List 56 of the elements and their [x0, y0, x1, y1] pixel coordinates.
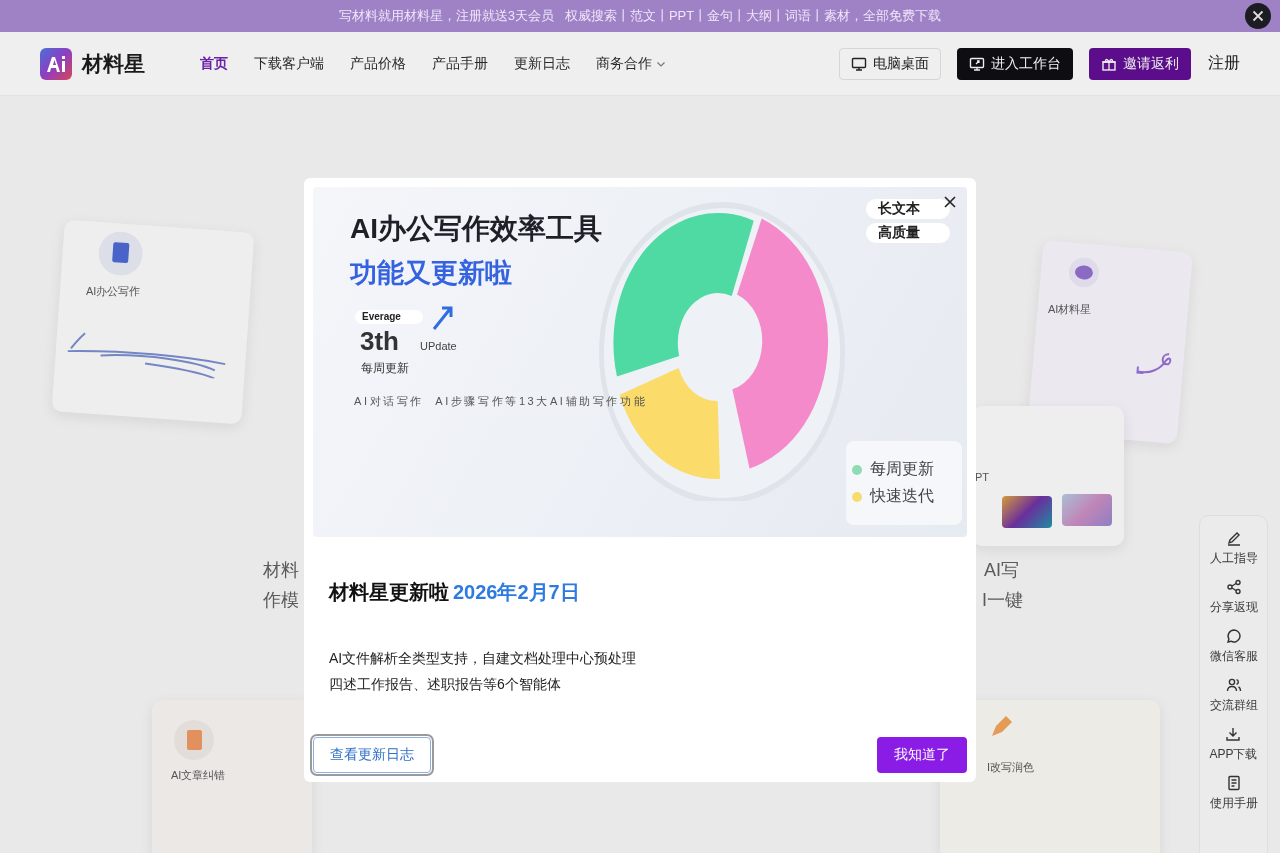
- toolbar-item[interactable]: 交流群组: [1209, 677, 1258, 714]
- toolbar-item[interactable]: APP下载: [1209, 726, 1258, 763]
- nav-button[interactable]: 邀请返利: [1089, 47, 1191, 80]
- toolbar-item-icon: [1225, 628, 1242, 644]
- toolbar-item-icon: [1225, 530, 1242, 546]
- toolbar-item-icon: [1225, 775, 1242, 791]
- close-icon[interactable]: [944, 196, 956, 208]
- banner-number: 3th: [360, 328, 399, 354]
- toolbar-item-icon: [1225, 579, 1242, 595]
- toolbar-item[interactable]: 分享返现: [1209, 579, 1258, 616]
- dialog-button[interactable]: 查看更新日志: [313, 737, 431, 773]
- toolbar-item-icon: [1225, 677, 1242, 693]
- toolbar-item[interactable]: 使用手册: [1209, 775, 1258, 812]
- thumbnail-image: [1002, 496, 1052, 528]
- card-title: AI办公写作: [86, 284, 141, 299]
- banner-caption: 每周更新: [361, 362, 409, 374]
- toolbar-item[interactable]: 微信客服: [1209, 628, 1258, 665]
- banner-subheadline: 功能又更新啦: [350, 260, 512, 287]
- nav-button[interactable]: 进入工作台: [957, 47, 1073, 80]
- dialog-button[interactable]: 我知道了: [877, 737, 967, 773]
- nav-link[interactable]: 首页: [187, 54, 241, 73]
- logo-text: 材料星: [82, 50, 145, 77]
- nav-link[interactable]: 下载客户端: [241, 54, 337, 73]
- nav-button[interactable]: 电脑桌面: [839, 47, 941, 80]
- nav-link[interactable]: 商务合作: [583, 54, 679, 73]
- card-title: AI文章纠错: [171, 768, 226, 783]
- toolbar-item-icon: [1225, 726, 1242, 742]
- thumbnail-image: [1062, 494, 1112, 526]
- hero-text: I一键: [982, 591, 1023, 609]
- screen-share-icon: [969, 55, 985, 72]
- banner-tag: 高质量: [866, 223, 950, 243]
- legend-text: 快速迭代: [870, 486, 934, 506]
- card-title: I改写润色: [987, 760, 1035, 775]
- banner-headline: AI办公写作效率工具: [350, 215, 602, 243]
- banner-caption: UPdate: [420, 341, 457, 352]
- chat-bubble-icon: [1067, 256, 1101, 289]
- update-note: 四述工作报告、述职报告等6个智能体: [329, 676, 562, 694]
- monitor-icon: [851, 55, 867, 72]
- hero-text: 材料: [263, 561, 299, 579]
- card-title: AI材料星: [1048, 302, 1092, 317]
- toolbar-item[interactable]: 人工指导: [1209, 530, 1258, 567]
- nav-link[interactable]: 产品价格: [337, 54, 419, 73]
- hero-text: 作模: [263, 591, 299, 609]
- update-note: AI文件解析全类型支持，自建文档处理中心预处理: [329, 650, 638, 668]
- card-title: PT: [975, 471, 990, 483]
- promo-text: 写材料就用材料星，注册就送3天会员 权威搜索丨范文丨PPT丨金句丨大纲丨词语丨素材，全部免费下载: [338, 7, 942, 25]
- legend-text: 每周更新: [870, 459, 934, 479]
- nav-link[interactable]: 产品手册: [419, 54, 501, 73]
- nav-link[interactable]: 更新日志: [501, 54, 583, 73]
- register-link[interactable]: 注册: [1208, 53, 1240, 74]
- banner-tag: 长文本: [866, 199, 950, 219]
- hero-text: AI写: [984, 561, 1019, 579]
- dialog-title: 材料星更新啦 2026年2月7日: [329, 580, 581, 605]
- close-icon[interactable]: [1245, 3, 1271, 29]
- logo-icon[interactable]: [40, 47, 72, 80]
- banner-pill: Everage: [355, 310, 423, 324]
